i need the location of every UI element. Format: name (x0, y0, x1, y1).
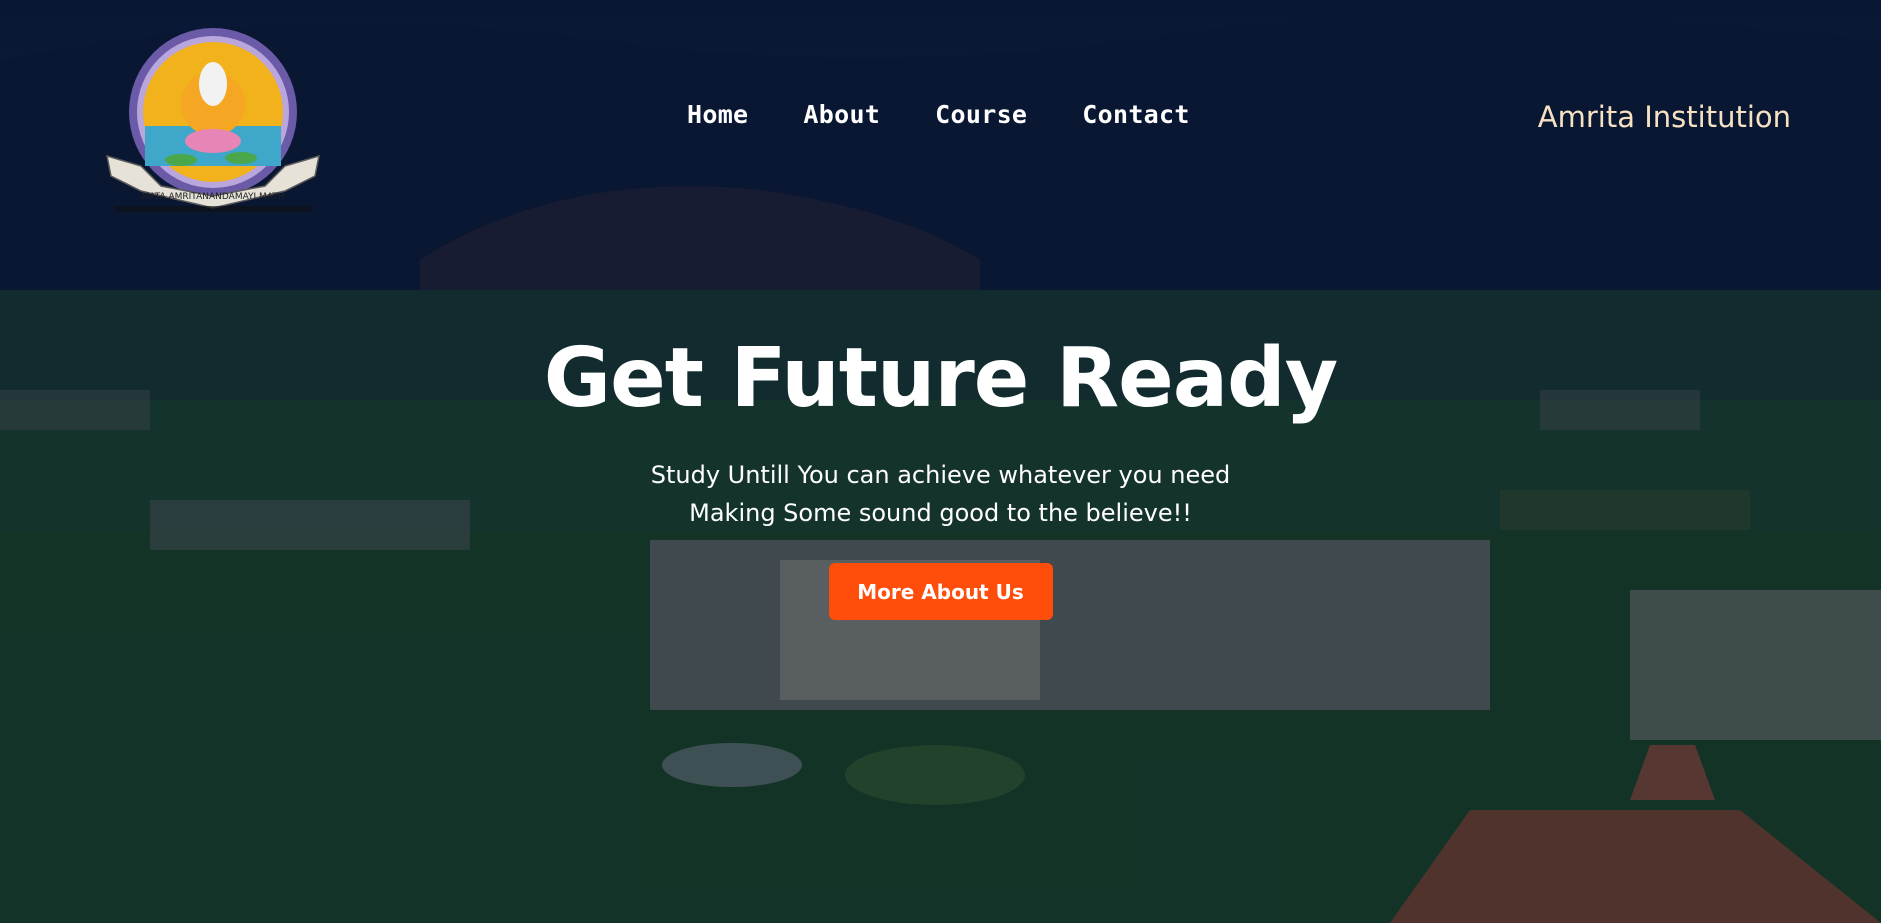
hero-subtitle: Study Untill You can achieve whatever yo… (0, 456, 1881, 532)
main-navigation: Home About Course Contact (687, 100, 1190, 129)
nav-about[interactable]: About (803, 100, 880, 129)
hero-subtitle-line1: Study Untill You can achieve whatever yo… (650, 461, 1231, 489)
hero-section: Get Future Ready Study Untill You can ac… (0, 330, 1881, 620)
brand-name[interactable]: Amrita Institution (1538, 100, 1791, 134)
hero-title: Get Future Ready (543, 331, 1338, 426)
hero-subtitle-line2: Making Some sound good to the believe!! (689, 499, 1192, 527)
more-about-us-button[interactable]: More About Us (828, 563, 1053, 620)
nav-contact[interactable]: Contact (1082, 100, 1189, 129)
emblem-icon: MATA AMRITANANDAMAYI MATH (106, 28, 320, 212)
logo-ribbon-text: MATA AMRITANANDAMAYI MATH (141, 192, 284, 202)
nav-course[interactable]: Course (935, 100, 1027, 129)
amrita-logo[interactable]: MATA AMRITANANDAMAYI MATH (101, 26, 325, 216)
nav-home[interactable]: Home (687, 100, 748, 129)
